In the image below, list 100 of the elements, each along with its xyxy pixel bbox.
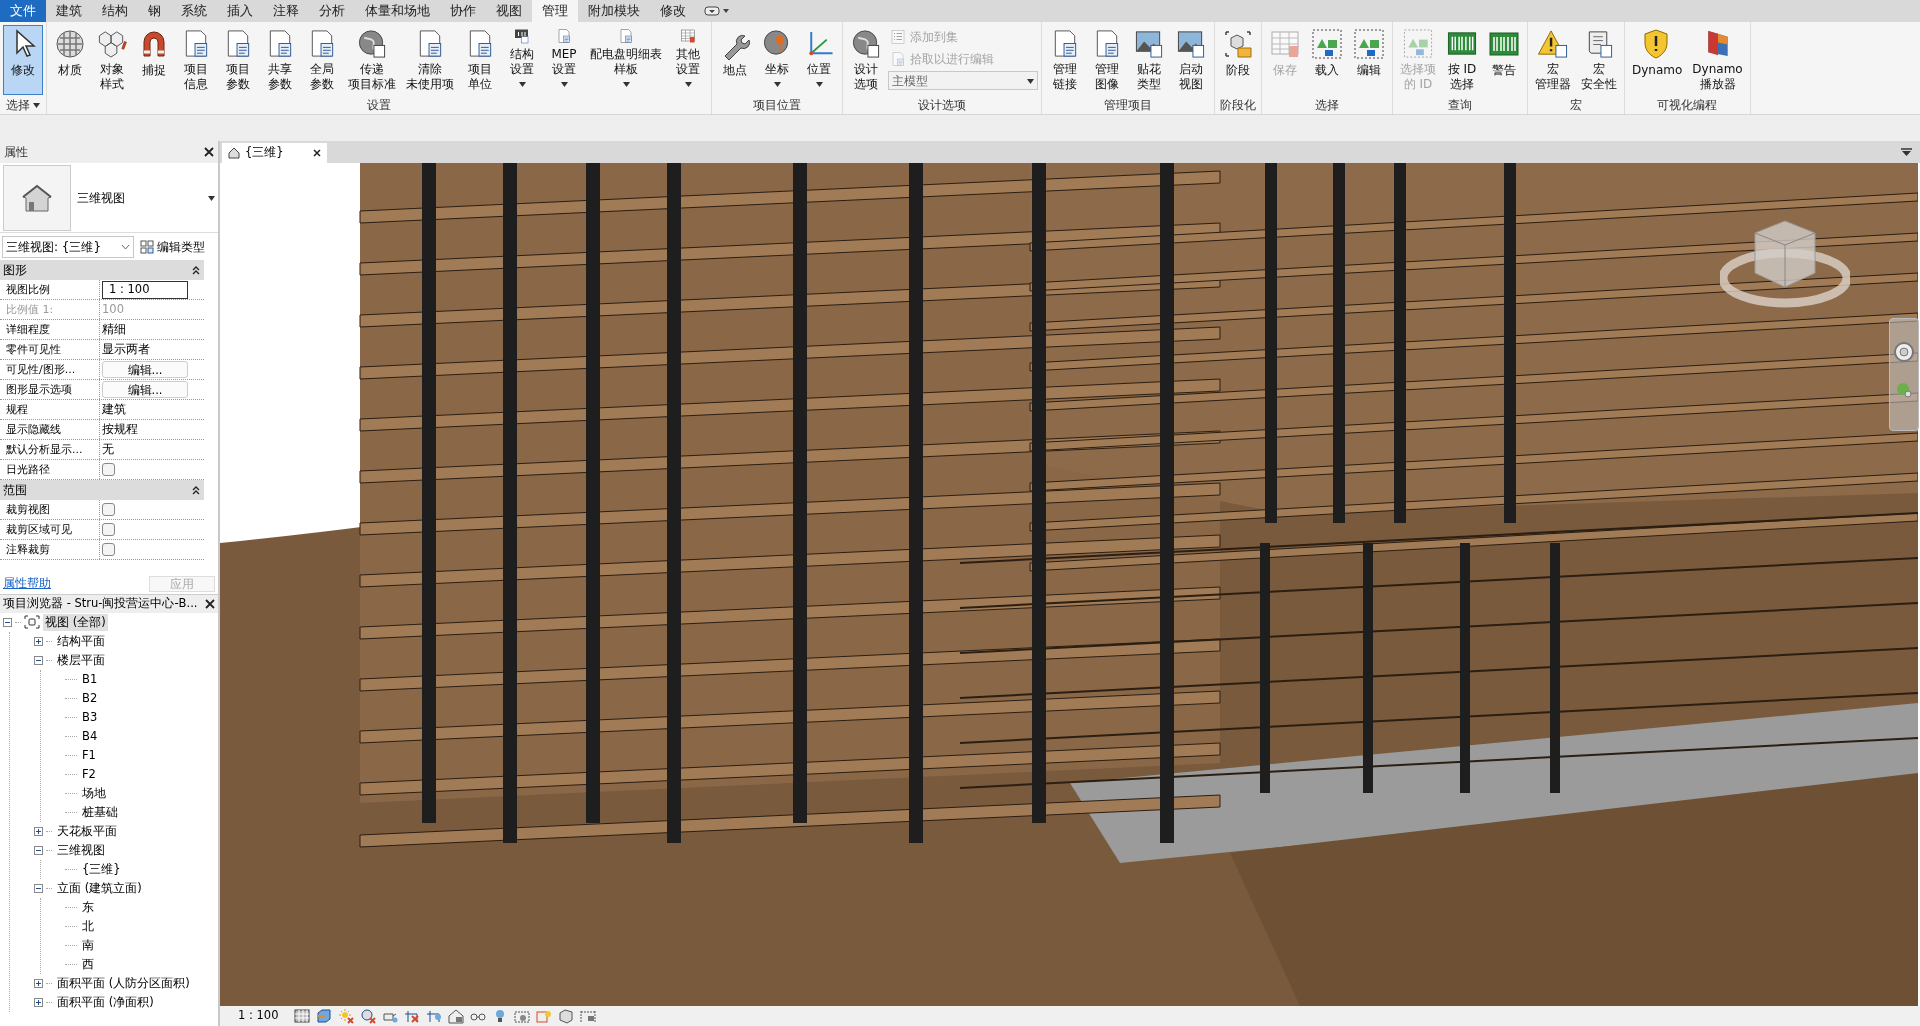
tree-item[interactable]: 面积平面 (净面积)	[55, 993, 156, 1011]
tree-item[interactable]: 楼层平面	[55, 651, 107, 669]
ribbon-tool-button[interactable]: 项目 参数	[218, 25, 258, 95]
ribbon-tool-button[interactable]: 警告	[1484, 25, 1524, 95]
checkbox[interactable]	[102, 463, 115, 476]
checkbox[interactable]	[102, 503, 115, 516]
ribbon-tab[interactable]: 系统	[171, 0, 217, 22]
ribbon-tool-button[interactable]: 宏 安全性	[1577, 25, 1621, 95]
ribbon-tool-button[interactable]: 设计 选项	[846, 25, 886, 95]
property-value-field[interactable]: 1 : 100	[102, 280, 188, 299]
help-link[interactable]: 属性帮助	[3, 575, 51, 593]
ribbon-tab[interactable]: 附加模块	[578, 0, 650, 22]
expand-icon[interactable]	[34, 978, 43, 988]
ribbon-tool-button[interactable]: 项目 单位	[460, 25, 500, 95]
instance-dropdown[interactable]: 三维视图: {三维}	[2, 235, 134, 258]
sun-icon[interactable]	[338, 1008, 354, 1024]
edit-button[interactable]: 编辑...	[102, 381, 188, 398]
tree-item[interactable]: {三维}	[80, 860, 123, 878]
tree-item[interactable]: B2	[80, 689, 100, 707]
shadow-icon[interactable]	[360, 1008, 376, 1024]
ribbon-tool-button[interactable]: 修改	[3, 25, 43, 95]
pan-icon[interactable]	[1895, 381, 1913, 399]
collapse-icon[interactable]	[34, 883, 43, 893]
collapse-icon[interactable]	[34, 845, 43, 855]
tab-menu-icon[interactable]	[1901, 147, 1912, 157]
tree-item[interactable]: 视图 (全部)	[43, 613, 108, 631]
navigation-bar[interactable]	[1889, 318, 1919, 431]
tree-item[interactable]: B1	[80, 670, 100, 688]
close-icon[interactable]	[205, 598, 215, 609]
ribbon-tool-button[interactable]: 全局 参数	[302, 25, 342, 95]
ribbon-group-label[interactable]: 选择	[6, 95, 30, 115]
panel-toggle-icon[interactable]	[704, 5, 730, 17]
tree-item[interactable]: 西	[80, 955, 96, 973]
ribbon-tab[interactable]: 修改	[650, 0, 696, 22]
ribbon-tool-button[interactable]: 管理 图像	[1087, 25, 1127, 95]
tree-item[interactable]: 三维视图	[55, 841, 107, 859]
tree-item[interactable]: 北	[80, 917, 96, 935]
ribbon-tool-button[interactable]: 载入	[1307, 25, 1347, 95]
collapse-icon[interactable]	[192, 265, 200, 275]
ribbon-tool-button[interactable]: 启动 视图	[1171, 25, 1211, 95]
ribbon-tool-button[interactable]: 对象 样式	[92, 25, 132, 95]
ribbon-tab[interactable]: 建筑	[46, 0, 92, 22]
box-icon[interactable]	[316, 1008, 332, 1024]
locked-house-icon[interactable]	[448, 1008, 464, 1024]
ribbon-tab[interactable]: 协作	[440, 0, 486, 22]
collapse-icon[interactable]	[192, 485, 200, 495]
tree-item[interactable]: B4	[80, 727, 100, 745]
ribbon-tool-button[interactable]: 捕捉	[134, 25, 174, 95]
tree-item[interactable]: 场地	[80, 784, 108, 802]
ribbon-tool-button[interactable]: 编辑	[1349, 25, 1389, 95]
crossed-frame-icon[interactable]	[404, 1008, 420, 1024]
ribbon-tool-button[interactable]: 宏 管理器	[1531, 25, 1575, 95]
edit-button[interactable]: 编辑...	[102, 361, 188, 378]
tree-item[interactable]: 南	[80, 936, 96, 954]
ribbon-tool-button[interactable]: 其他 设置	[668, 25, 708, 95]
ribbon-tool-button[interactable]: 配电盘明细表 样板	[586, 25, 666, 95]
ribbon-tool-button[interactable]: 传递 项目标准	[344, 25, 400, 95]
ribbon-tool-button[interactable]: 阶段	[1218, 25, 1258, 95]
ribbon-tool-button[interactable]: 位置	[799, 25, 839, 95]
tree-item[interactable]: 面积平面 (人防分区面积)	[55, 974, 192, 992]
tree-item[interactable]: 立面 (建筑立面)	[55, 879, 144, 897]
ribbon-tool-button[interactable]: 按 ID 选择	[1442, 25, 1482, 95]
ribbon-tab[interactable]: 结构	[92, 0, 138, 22]
ribbon-tool-button[interactable]: 清除 未使用项	[402, 25, 458, 95]
ribbon-tool-button[interactable]: 共享 参数	[260, 25, 300, 95]
checkered-square-icon[interactable]	[294, 1008, 310, 1024]
ribbon-tool-button[interactable]: 贴花 类型	[1129, 25, 1169, 95]
ribbon-tool-button[interactable]: 管理 链接	[1045, 25, 1085, 95]
ribbon-tool-button[interactable]: 地点	[715, 25, 755, 95]
tree-item[interactable]: F1	[80, 746, 98, 764]
collapse-icon[interactable]	[3, 617, 12, 627]
view-tab[interactable]: {三维}	[222, 143, 327, 163]
tree-item[interactable]: 结构平面	[55, 632, 107, 650]
type-selector[interactable]: 三维视图	[77, 188, 215, 207]
ribbon-tool-button[interactable]: 项目 信息	[176, 25, 216, 95]
ribbon-tab[interactable]: 视图	[486, 0, 532, 22]
tree-item[interactable]: B3	[80, 708, 100, 726]
edit-type-button[interactable]: 编辑类型	[140, 237, 205, 256]
ribbon-tab[interactable]: 插入	[217, 0, 263, 22]
tree-item[interactable]: F2	[80, 765, 98, 783]
checkbox[interactable]	[102, 543, 115, 556]
checkbox[interactable]	[102, 523, 115, 536]
close-icon[interactable]	[313, 149, 321, 157]
ribbon-tab[interactable]: 管理	[532, 0, 578, 22]
ribbon-tool-button[interactable]: 结构 设置	[502, 25, 542, 95]
file-menu-tab[interactable]: 文件	[0, 0, 46, 22]
view-scale[interactable]: 1 : 100	[238, 1007, 288, 1025]
cube-icon[interactable]	[558, 1008, 574, 1024]
ribbon-tool-button[interactable]: Dynamo	[1628, 25, 1687, 95]
tree-item[interactable]: 东	[80, 898, 96, 916]
ribbon-tab[interactable]: 注释	[263, 0, 309, 22]
ribbon-tab[interactable]: 钢	[138, 0, 171, 22]
collapse-icon[interactable]	[34, 655, 43, 665]
expand-icon[interactable]	[34, 826, 43, 836]
expand-icon[interactable]	[34, 636, 43, 646]
ribbon-tool-button[interactable]: Dynamo 播放器	[1688, 25, 1747, 95]
ribbon-tool-button[interactable]: 材质	[50, 25, 90, 95]
ribbon-tool-button[interactable]: MEP 设置	[544, 25, 584, 95]
tree-item[interactable]: 桩基础	[80, 803, 120, 821]
close-icon[interactable]	[204, 147, 214, 157]
